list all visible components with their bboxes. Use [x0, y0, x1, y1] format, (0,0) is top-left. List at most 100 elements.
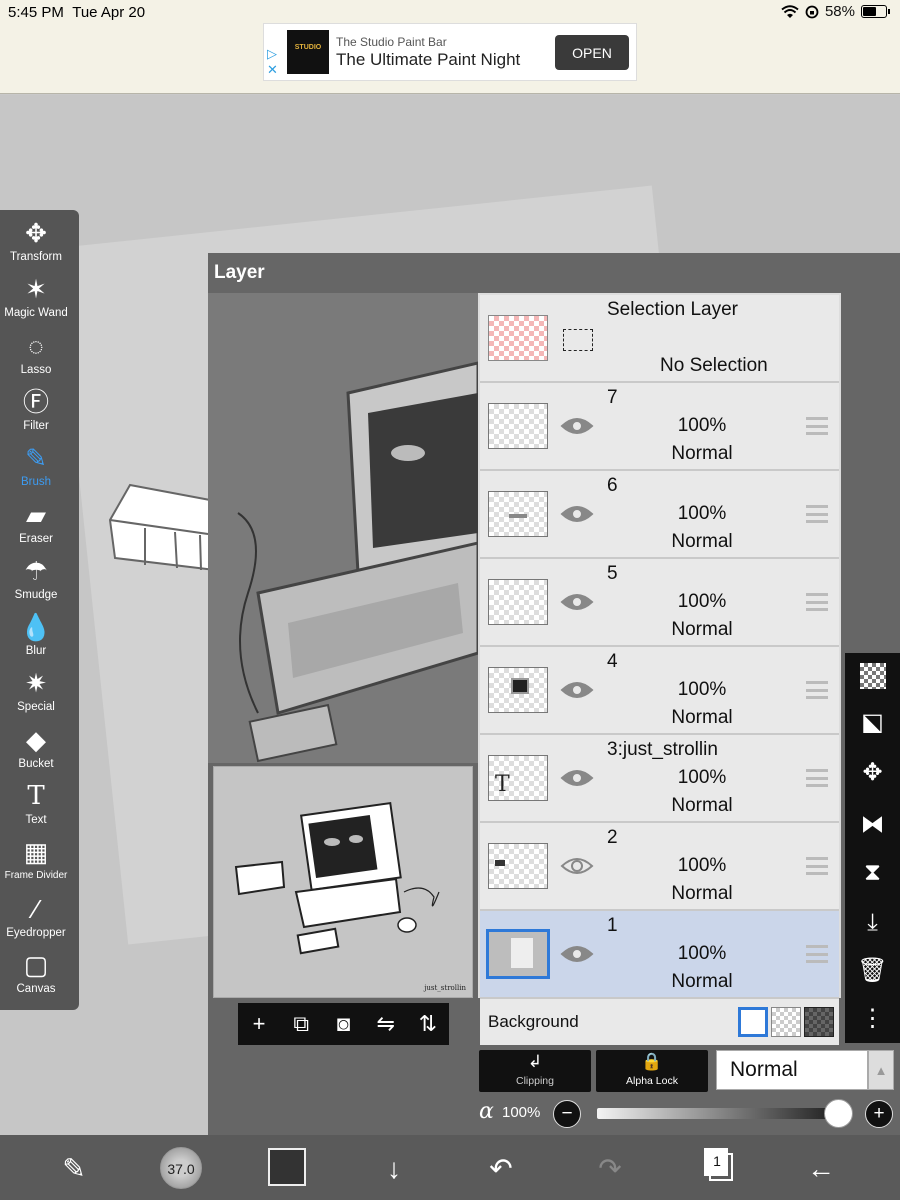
layer-name: 7 [607, 387, 618, 408]
eraser-icon: ▰ [26, 499, 46, 530]
background-dark-swatch[interactable] [804, 1007, 834, 1037]
arrow-down-icon[interactable]: ↓ [372, 1147, 416, 1191]
tool-transform[interactable]: ✥ Transform [0, 216, 72, 272]
alpha-lock-button[interactable]: 🔒 Alpha Lock [596, 1050, 708, 1092]
back-arrow-icon[interactable]: ← [799, 1147, 843, 1191]
color-swatch-button[interactable] [268, 1148, 306, 1186]
drag-handle-icon[interactable] [806, 593, 828, 611]
alpha-decrease-button[interactable]: − [553, 1100, 581, 1128]
tool-canvas[interactable]: ▢ Canvas [0, 948, 72, 1004]
lasso-icon: ◌ [28, 330, 44, 361]
clipping-icon: ↲ [527, 1052, 543, 1071]
layer-row[interactable]: 1 100% Normal [480, 911, 839, 999]
layer-row[interactable]: T 3:just_strollin 100% Normal [480, 735, 839, 823]
ad-choices-icon[interactable]: ▷ [267, 46, 277, 62]
eye-icon[interactable] [560, 765, 594, 791]
layer-opacity: 100% [677, 679, 727, 700]
selection-layer-row[interactable]: Selection Layer No Selection [480, 295, 839, 383]
move-icon[interactable]: ✥ [845, 753, 900, 793]
rotate-flip-icon[interactable]: ⧗ [845, 853, 900, 893]
ad-headline: The Ultimate Paint Night [336, 50, 521, 69]
tool-special[interactable]: ✷ Special [0, 666, 72, 722]
alpha-increase-button[interactable]: + [865, 1100, 893, 1128]
eye-hidden-icon[interactable] [560, 853, 594, 879]
layer-actions-bar: ⬕ ✥ ⧓ ⧗ ⤓ 🗑 ⋮ [845, 653, 900, 1043]
layer-opacity: 100% [677, 943, 727, 964]
tool-bucket[interactable]: ◆ Bucket [0, 723, 72, 779]
tool-frame-divider[interactable]: ▦ Frame Divider [0, 835, 72, 891]
alpha-slider[interactable] [597, 1108, 852, 1119]
background-label: Background [488, 1012, 579, 1031]
merge-down-icon[interactable]: ⤓ [845, 903, 900, 943]
status-bar: 5:45 PM Tue Apr 20 58% ▷ ✕ STUDIO The St… [0, 0, 900, 94]
checkerboard-icon[interactable] [845, 656, 900, 696]
flip-icon[interactable]: ⧓ [845, 805, 900, 845]
eye-icon[interactable] [560, 413, 594, 439]
tool-eraser[interactable]: ▰ Eraser [0, 498, 72, 554]
tool-text[interactable]: T Text [0, 779, 72, 835]
rotation-lock-icon [805, 5, 819, 18]
layer-opacity: 100% [677, 503, 727, 524]
canvas-thumbnail[interactable]: just_strollin [213, 766, 473, 998]
layer-row[interactable]: 5 100% Normal [480, 559, 839, 647]
blend-mode-arrow-icon[interactable]: ▲ [868, 1050, 894, 1090]
layer-name: 4 [607, 651, 618, 672]
ad-banner[interactable]: ▷ ✕ STUDIO The Studio Paint Bar The Ulti… [263, 23, 637, 81]
drag-handle-icon[interactable] [806, 769, 828, 787]
layer-blend-mode: Normal [671, 443, 733, 464]
camera-icon[interactable]: ◙ [325, 1011, 361, 1037]
drag-handle-icon[interactable] [806, 945, 828, 963]
background-transparent-swatch[interactable] [771, 1007, 801, 1037]
transform-icon: ✥ [25, 218, 47, 248]
flip-vertical-icon[interactable]: ⇅ [410, 1011, 446, 1037]
flip-horizontal-icon[interactable]: ⇋ [368, 1011, 404, 1037]
blend-mode-select[interactable]: Normal [716, 1050, 868, 1090]
eyedropper-icon: ⁄ [33, 893, 39, 924]
add-layer-icon[interactable]: + [241, 1011, 277, 1037]
tool-lasso[interactable]: ◌ Lasso [0, 329, 72, 385]
undo-icon[interactable]: ↶ [479, 1147, 523, 1191]
clipping-button[interactable]: ↲ Clipping [479, 1050, 591, 1092]
ad-close-icon[interactable]: ✕ [267, 62, 278, 78]
layer-thumbnail [488, 667, 548, 713]
layer-opacity: 100% [677, 415, 727, 436]
layers-page-button[interactable]: 1 [703, 1147, 733, 1181]
layer-row[interactable]: 6 100% Normal [480, 471, 839, 559]
layer-thumbnail [488, 491, 548, 537]
tool-magic-wand[interactable]: ✶ Magic Wand [0, 272, 72, 328]
tool-brush[interactable]: ✎ Brush [0, 441, 72, 497]
trash-icon[interactable]: 🗑 [845, 951, 900, 991]
drag-handle-icon[interactable] [806, 857, 828, 875]
drag-handle-icon[interactable] [806, 681, 828, 699]
eye-icon[interactable] [560, 501, 594, 527]
layer-arrange-icon[interactable]: ⬕ [845, 703, 900, 743]
layer-row[interactable]: 2 100% Normal [480, 823, 839, 911]
brush-icon: ✎ [25, 443, 47, 474]
tool-filter[interactable]: Ⓕ Filter [0, 385, 72, 441]
layer-row[interactable]: 4 100% Normal [480, 647, 839, 735]
layer-row[interactable]: 7 100% Normal [480, 383, 839, 471]
eye-icon[interactable] [560, 589, 594, 615]
alpha-symbol: α [479, 1099, 494, 1124]
canvas-icon: ▢ [23, 949, 49, 980]
ad-open-button[interactable]: OPEN [555, 35, 629, 70]
eye-icon[interactable] [560, 941, 594, 967]
drag-handle-icon[interactable] [806, 505, 828, 523]
eye-icon[interactable] [560, 677, 594, 703]
canvas-drive-sketch [108, 483, 217, 572]
brush-eraser-toggle-icon[interactable]: ✎ [52, 1147, 96, 1191]
tool-blur[interactable]: 💧 Blur [0, 610, 72, 666]
layer-thumbnail [488, 843, 548, 889]
layer-list: Selection Layer No Selection 7 100% Normal… [478, 293, 841, 1045]
alpha-slider-knob[interactable] [824, 1099, 853, 1128]
tool-smudge[interactable]: ☂ Smudge [0, 554, 72, 610]
background-white-swatch[interactable] [738, 1007, 768, 1037]
redo-icon[interactable]: ↷ [588, 1147, 632, 1191]
add-layer-copy-icon[interactable]: ⧉ [283, 1011, 319, 1037]
more-options-icon[interactable]: ⋮ [845, 999, 900, 1039]
special-icon: ✷ [25, 668, 47, 699]
tool-eyedropper[interactable]: ⁄ Eyedropper [0, 892, 72, 948]
status-indicators: 58% [781, 3, 890, 20]
brush-size-button[interactable]: 37.0 [160, 1147, 202, 1189]
drag-handle-icon[interactable] [806, 417, 828, 435]
